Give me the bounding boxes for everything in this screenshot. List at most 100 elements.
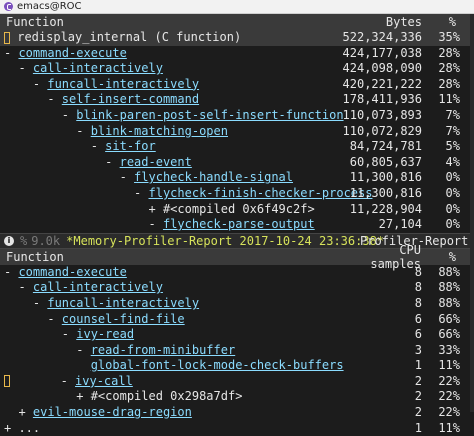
function-name[interactable]: read-event [120,155,192,169]
function-cell: + #<compiled 0x298a7df> [4,389,242,405]
cpu-row[interactable]: - read-from-minibuffer 3 33% [0,343,474,359]
tree-toggle[interactable]: - [4,327,76,341]
cpu-row[interactable]: global-font-lock-mode-check-buffers 1 11% [0,358,474,374]
function-name[interactable]: global-font-lock-mode-check-buffers [91,358,344,372]
function-name[interactable]: funcall-interactively [47,77,199,91]
function-name[interactable]: evil-mouse-drag-region [33,405,192,419]
percent-cell: 4% [445,154,460,169]
tree-toggle[interactable]: - [4,124,91,138]
memory-row[interactable]: - blink-paren-post-self-insert-function 1… [0,108,474,124]
tree-toggle[interactable]: + [4,405,33,419]
memory-header: Function Bytes % [0,14,474,30]
tree-toggle[interactable]: - [4,186,149,200]
function-name[interactable]: command-execute [18,265,126,279]
value-cell: 522,324,336 [342,30,422,44]
percent-cell: 0% [445,201,460,216]
cpu-header-pct[interactable]: % [432,250,456,264]
value-cell: 2 [414,405,422,420]
tree-toggle[interactable]: - [4,312,62,326]
function-name: ... [18,420,41,435]
value-cell: 6 [414,327,422,342]
tree-toggle[interactable]: - [4,108,76,122]
tree-toggle[interactable]: - [4,343,91,357]
memory-row[interactable]: - read-event 60,805,637 4% [0,155,474,171]
cpu-row[interactable]: - ivy-call 2 22% [0,374,474,390]
function-name: #<compiled 0x298a7df> [90,389,243,404]
memory-row[interactable]: - sit-for 84,724,781 5% [0,139,474,155]
function-cell: - blink-paren-post-self-insert-function [4,108,344,124]
tree-toggle[interactable]: - [10,374,75,388]
tree-toggle[interactable]: - [4,92,62,106]
scrollbar[interactable] [470,14,474,412]
percent-cell: 28% [438,61,460,76]
memory-row[interactable]: - command-execute 424,177,038 28% [0,46,474,62]
function-name[interactable]: blink-paren-post-self-insert-function [76,108,343,122]
tree-toggle[interactable]: - [4,61,33,75]
function-name[interactable]: self-insert-command [62,92,199,106]
cpu-row[interactable]: - funcall-interactively 8 88% [0,296,474,312]
cpu-row[interactable]: - call-interactively 8 88% [0,280,474,296]
function-name[interactable]: command-execute [18,46,126,60]
percent-cell: 28% [438,76,460,91]
function-name: redisplay_internal (C function) [17,30,242,44]
percent-cell: 35% [438,30,460,44]
function-name[interactable]: funcall-interactively [47,296,199,310]
tree-toggle[interactable] [4,358,91,372]
percent-cell: 33% [438,342,460,357]
value-cell: 1 [414,358,422,373]
function-name[interactable]: read-from-minibuffer [91,343,236,357]
function-name[interactable]: sit-for [105,139,156,153]
cpu-row[interactable]: + ... 1 11% [0,421,474,436]
memory-row[interactable]: + #<compiled 0x6f49c2f> 11,228,904 0% [0,202,474,218]
memory-row[interactable]: - flycheck-parse-output 27,104 0% [0,217,474,233]
cpu-row[interactable]: - counsel-find-file 6 66% [0,312,474,328]
tree-toggle[interactable]: + [4,389,91,403]
tree-toggle[interactable]: - [4,265,18,279]
cpu-row[interactable]: - command-execute 8 88% [0,265,474,281]
percent-cell: 5% [445,139,460,154]
function-name[interactable]: blink-matching-open [91,124,228,138]
tree-toggle[interactable]: - [4,170,134,184]
memory-row[interactable]: - funcall-interactively 420,221,222 28% [0,77,474,93]
tree-toggle[interactable]: - [4,296,47,310]
memory-row[interactable]: - flycheck-finish-checker-process 11,300,… [0,186,474,202]
emacs-icon [4,2,13,11]
function-name[interactable]: call-interactively [33,280,163,294]
modeline-buffer-name[interactable]: *Memory-Profiler-Report 2017-10-24 23:36… [66,234,384,248]
value-cell: 110,072,829 [342,123,422,138]
memory-row[interactable]: - self-insert-command 178,411,936 11% [0,92,474,108]
function-name[interactable]: flycheck-parse-output [163,217,315,231]
cpu-row[interactable]: + #<compiled 0x298a7df> 2 22% [0,389,474,405]
memory-row[interactable]: - flycheck-handle-signal 11,300,816 0% [0,170,474,186]
function-name[interactable]: ivy-read [76,327,134,341]
function-cell: redisplay_internal (C function) [4,30,241,46]
memory-header-bytes[interactable]: Bytes [370,15,422,29]
tree-toggle[interactable]: - [4,217,163,231]
memory-row[interactable]: - blink-matching-open 110,072,829 7% [0,124,474,140]
value-cell: 11,300,816 [349,185,422,200]
memory-row[interactable]: - call-interactively 424,098,090 28% [0,61,474,77]
function-name[interactable]: flycheck-handle-signal [134,170,293,184]
function-name[interactable]: ivy-call [75,374,133,388]
tree-toggle[interactable]: - [4,139,105,153]
memory-profile-list: redisplay_internal (C function) 522,324,3… [0,30,474,233]
tree-toggle[interactable]: - [4,155,120,169]
function-cell: - self-insert-command [4,92,199,108]
memory-header-pct[interactable]: % [432,15,456,29]
cpu-row[interactable]: - ivy-read 6 66% [0,327,474,343]
percent-cell: 0% [445,185,460,200]
tree-toggle[interactable]: - [4,46,18,60]
cpu-profile-list: - command-execute 8 88% - call-interactive… [0,265,474,436]
cpu-row[interactable]: + evil-mouse-drag-region 2 22% [0,405,474,421]
function-name[interactable]: counsel-find-file [62,312,185,326]
tree-toggle[interactable]: + [4,202,163,216]
memory-row[interactable]: redisplay_internal (C function) 522,324,3… [0,30,474,46]
percent-cell: 66% [438,327,460,342]
tree-toggle[interactable]: - [4,77,47,91]
function-name[interactable]: call-interactively [33,61,163,75]
percent-cell: 11% [438,92,460,107]
tree-toggle[interactable]: + [4,421,18,435]
tree-toggle[interactable]: - [4,280,33,294]
function-cell: - sit-for [4,139,156,155]
value-cell: 84,724,781 [349,139,422,154]
